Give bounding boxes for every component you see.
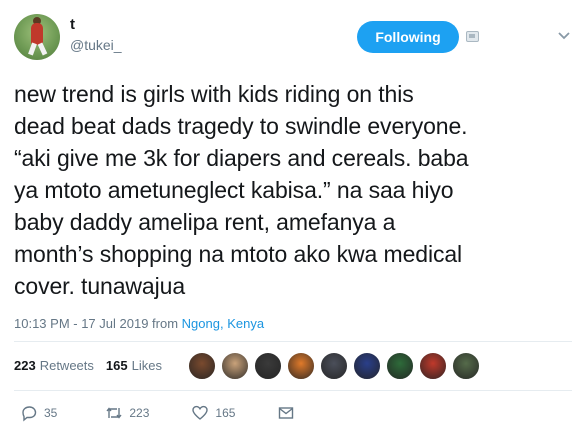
likes-label: Likes bbox=[131, 358, 162, 373]
retweet-icon bbox=[106, 407, 122, 419]
envelope-icon bbox=[279, 407, 294, 419]
tweet-location-link[interactable]: Ngong, Kenya bbox=[182, 316, 264, 331]
avatar[interactable] bbox=[14, 14, 60, 60]
display-name[interactable]: t bbox=[70, 16, 75, 33]
liker-avatar[interactable] bbox=[320, 352, 348, 380]
liker-avatar[interactable] bbox=[188, 352, 216, 380]
reply-count: 35 bbox=[44, 406, 58, 420]
heart-icon bbox=[192, 405, 209, 420]
liker-avatar[interactable] bbox=[419, 352, 447, 380]
divider bbox=[14, 341, 572, 342]
tweet-actions: 35 223 165 bbox=[14, 404, 301, 422]
liker-avatar[interactable] bbox=[221, 352, 249, 380]
liker-avatar[interactable] bbox=[254, 352, 282, 380]
tweet-text: new trend is girls with kids riding on t… bbox=[14, 81, 469, 299]
tweet-timestamp[interactable]: 10:13 PM - 17 Jul 2019 from bbox=[14, 316, 178, 331]
liker-avatar[interactable] bbox=[353, 352, 381, 380]
likes-count: 165 bbox=[105, 358, 128, 373]
like-count: 165 bbox=[215, 406, 236, 420]
tweet-stats: 223 Retweets 165 Likes bbox=[14, 358, 162, 373]
reply-action[interactable]: 35 bbox=[20, 404, 57, 422]
avatar-figure-leg bbox=[37, 42, 48, 56]
liker-avatar[interactable] bbox=[452, 352, 480, 380]
avatar-figure-leg bbox=[28, 42, 37, 56]
divider bbox=[14, 390, 572, 391]
tweet-meta: 10:13 PM - 17 Jul 2019 from Ngong, Kenya bbox=[14, 316, 264, 331]
liker-avatars bbox=[188, 352, 485, 380]
liker-avatar[interactable] bbox=[287, 352, 315, 380]
retweet-count: 223 bbox=[129, 406, 150, 420]
reply-icon bbox=[22, 406, 37, 422]
user-handle[interactable]: @tukei_ bbox=[70, 37, 122, 53]
retweets-label: Retweets bbox=[39, 358, 94, 373]
retweet-action[interactable]: 223 bbox=[105, 404, 149, 422]
likes-stat[interactable]: 165 Likes bbox=[106, 358, 162, 373]
like-action[interactable]: 165 bbox=[191, 404, 235, 422]
retweets-stat[interactable]: 223 Retweets bbox=[14, 358, 94, 373]
direct-message-action[interactable] bbox=[277, 404, 301, 422]
retweets-count: 223 bbox=[14, 358, 36, 373]
chevron-down-icon[interactable] bbox=[556, 29, 572, 43]
following-button[interactable]: Following bbox=[357, 21, 459, 53]
notification-settings-icon[interactable] bbox=[466, 31, 479, 42]
liker-avatar[interactable] bbox=[386, 352, 414, 380]
